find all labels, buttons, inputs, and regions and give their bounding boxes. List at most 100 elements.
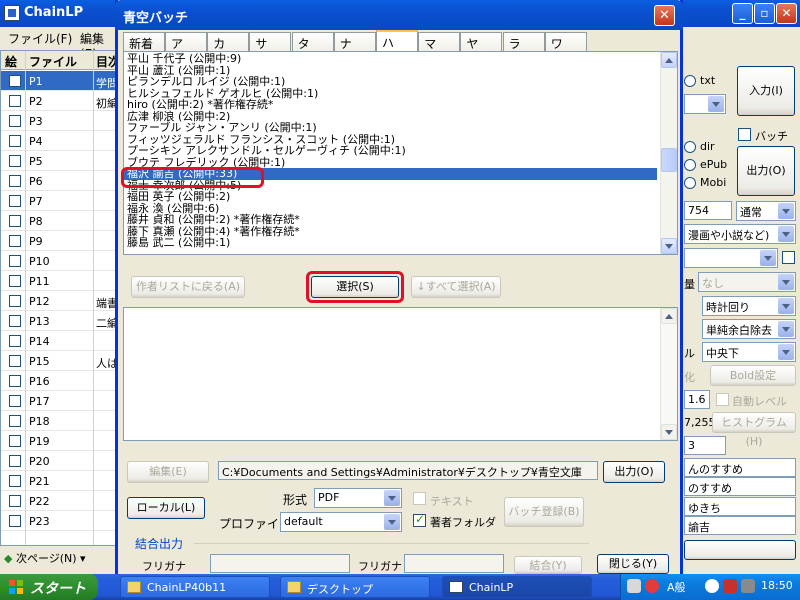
row-checkbox[interactable] (9, 215, 21, 227)
tab-new[interactable]: 新着 (123, 32, 165, 51)
col-header-picture[interactable]: 絵 (5, 53, 17, 70)
row-checkbox[interactable] (9, 175, 21, 187)
edit-button[interactable]: 編集(E) (127, 461, 209, 483)
scroll-down-button[interactable] (661, 238, 677, 254)
input-combo[interactable] (684, 94, 726, 114)
next-page-button[interactable]: ◆ 次ページ(N) ▾ (4, 550, 86, 566)
table-row[interactable]: P11 (1, 271, 119, 291)
ime-ball-icon[interactable] (645, 579, 659, 593)
table-row[interactable]: P22 (1, 491, 119, 511)
batch-register-button[interactable]: バッチ登録(B) (504, 497, 584, 527)
author-list-scrollbar[interactable] (660, 52, 677, 254)
level-field[interactable]: 1.6 (684, 390, 710, 409)
tab-kana-10[interactable]: ワ (544, 32, 587, 51)
start-button[interactable]: スタート (0, 574, 98, 600)
author-field[interactable]: 諭吉 (684, 516, 796, 535)
table-row[interactable]: P14 (1, 331, 119, 351)
table-row[interactable]: P2 初編 (1, 91, 119, 111)
radio-mobi[interactable] (684, 177, 696, 189)
tab-kana-7[interactable]: マ (418, 32, 461, 51)
book-title-field[interactable]: んのすすめ (684, 458, 796, 477)
work-scroll-up[interactable] (661, 308, 677, 324)
size-field[interactable]: 754 (684, 201, 732, 220)
table-row[interactable]: P8 (1, 211, 119, 231)
extra-combo[interactable] (684, 248, 778, 268)
scroll-up-button[interactable] (661, 52, 677, 68)
row-checkbox[interactable] (9, 355, 21, 367)
lower-right-button[interactable] (684, 540, 796, 560)
row-checkbox[interactable] (9, 495, 21, 507)
table-row[interactable]: P6 (1, 171, 119, 191)
row-checkbox[interactable] (9, 155, 21, 167)
vm-icon[interactable] (741, 579, 755, 593)
maximize-button[interactable]: ▫ (754, 3, 775, 24)
tab-kana-1[interactable]: ア (165, 32, 207, 51)
table-row[interactable]: P15 人は (1, 351, 119, 371)
tab-kana-5[interactable]: ナ (333, 32, 376, 51)
table-row[interactable]: P17 (1, 391, 119, 411)
table-row[interactable]: P1 学問 (1, 71, 119, 91)
mode-combo[interactable]: 通常 (736, 201, 796, 221)
table-row[interactable]: P10 (1, 251, 119, 271)
tab-kana-2[interactable]: カ (207, 32, 250, 51)
genre-combo[interactable]: 漫画や小説など) (684, 224, 796, 244)
row-checkbox[interactable] (9, 235, 21, 247)
row-checkbox[interactable] (9, 455, 21, 467)
row-checkbox[interactable] (9, 75, 21, 87)
table-row[interactable]: P3 (1, 111, 119, 131)
row-checkbox[interactable] (9, 515, 21, 527)
output-button[interactable]: 出力(O) (737, 146, 795, 196)
table-row[interactable]: P4 (1, 131, 119, 151)
shield-icon[interactable] (723, 579, 737, 593)
table-row[interactable]: P9 (1, 231, 119, 251)
output-path-field[interactable]: C:¥Documents and Settings¥Administrator¥… (218, 461, 598, 480)
table-row[interactable]: P13 二編 (1, 311, 119, 331)
author-folder-checkbox[interactable]: ✓ (413, 512, 426, 527)
keyboard-icon[interactable] (627, 579, 641, 593)
radio-txt[interactable] (684, 75, 696, 87)
histogram-button[interactable]: ヒストグラム(H) (712, 412, 796, 448)
rotation-combo[interactable]: 時計回り (702, 296, 796, 316)
row-checkbox[interactable] (9, 195, 21, 207)
bold-settings-button[interactable]: Bold設定 (710, 365, 796, 386)
tab-kana-8[interactable]: ヤ (460, 32, 503, 51)
author-kana-field[interactable]: ゆきち (684, 497, 796, 516)
auto-level-checkbox[interactable] (716, 393, 729, 406)
work-scroll-down[interactable] (661, 424, 677, 440)
close-button[interactable]: ✕ (776, 3, 797, 24)
dialog-output-button[interactable]: 出力(O) (603, 461, 665, 483)
menu-file[interactable]: ファイル(F) (8, 30, 72, 47)
author-list[interactable]: 平山 千代子 (公開中:9) 平山 蘆江 (公開中:1) ピランデルロ ルイジ (公… (123, 51, 678, 255)
local-button[interactable]: ローカル(L) (127, 497, 205, 519)
select-all-button[interactable]: ↓すべて選択(A) (411, 276, 501, 298)
trim-combo[interactable]: 単純余白除去 (702, 319, 796, 339)
combine-button[interactable]: 結合(Y) (514, 556, 582, 574)
table-row[interactable]: P5 (1, 151, 119, 171)
work-list[interactable] (123, 307, 678, 441)
row-checkbox[interactable] (9, 395, 21, 407)
table-row[interactable]: P21 (1, 471, 119, 491)
chevron-left-icon[interactable] (705, 579, 719, 593)
dialog-close-button[interactable]: ✕ (654, 5, 675, 26)
row-checkbox[interactable] (9, 375, 21, 387)
row-checkbox[interactable] (9, 275, 21, 287)
work-list-scrollbar[interactable] (660, 308, 677, 440)
row-checkbox[interactable] (9, 135, 21, 147)
row-checkbox[interactable] (9, 95, 21, 107)
radio-dir[interactable] (684, 141, 696, 153)
center-combo[interactable]: 中央下 (702, 342, 796, 362)
text-checkbox[interactable] (413, 492, 426, 505)
format-combo[interactable]: PDF (314, 488, 402, 508)
task-chainlp40b11[interactable]: ChainLP40b11 (120, 576, 270, 598)
profile-combo[interactable]: default (280, 512, 402, 532)
table-row[interactable]: P16 (1, 371, 119, 391)
table-row[interactable]: P7 (1, 191, 119, 211)
input-button[interactable]: 入力(I) (737, 66, 795, 116)
tab-kana-6[interactable]: ハ (376, 30, 418, 52)
tab-kana-4[interactable]: タ (291, 32, 334, 51)
table-row[interactable]: P12 端書 (1, 291, 119, 311)
ime-mode[interactable]: A般 (667, 579, 686, 595)
table-row[interactable]: P18 (1, 411, 119, 431)
extra-checkbox[interactable] (782, 251, 795, 264)
table-row[interactable]: P20 (1, 451, 119, 471)
